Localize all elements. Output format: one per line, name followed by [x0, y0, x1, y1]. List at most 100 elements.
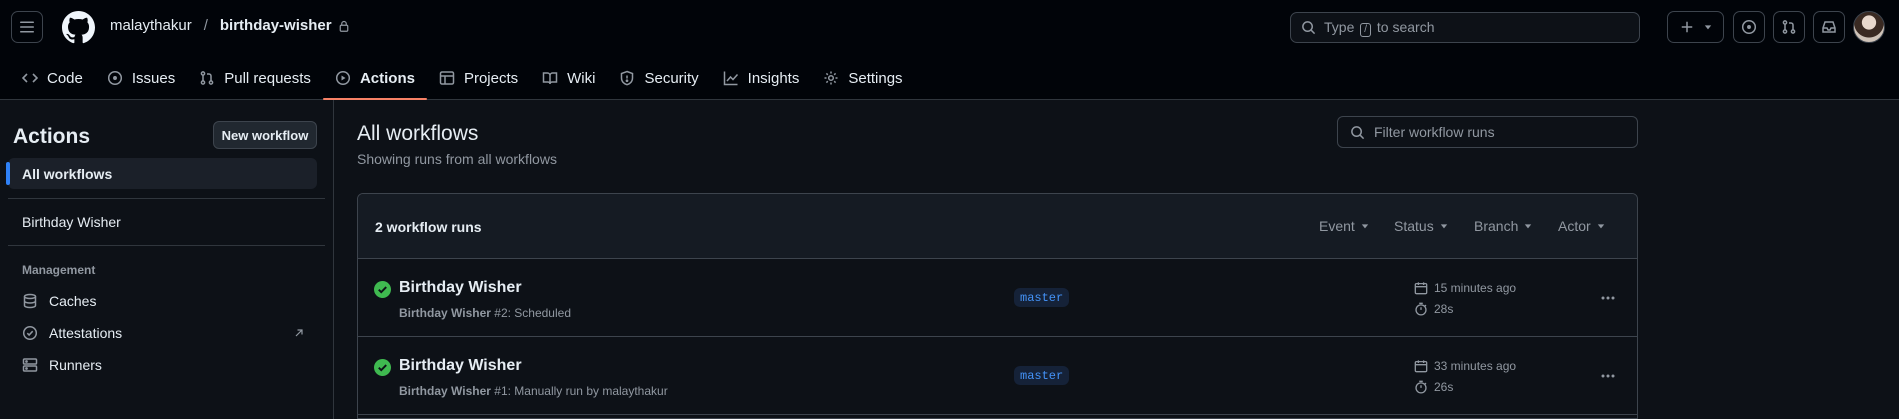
- breadcrumb: malaythakur / birthday-wisher: [110, 17, 350, 34]
- global-header: malaythakur / birthday-wisher Type / to …: [0, 0, 1899, 100]
- triangle-down-icon: [1361, 224, 1369, 229]
- filter-label: Actor: [1558, 218, 1591, 234]
- run-duration-text: 28s: [1434, 302, 1454, 316]
- stopwatch-icon: [1415, 302, 1427, 316]
- workflow-run-row[interactable]: Birthday Wisher Birthday Wisher #2: Sche…: [358, 259, 1637, 337]
- run-duration-text: 26s: [1434, 380, 1454, 394]
- code-icon: [22, 73, 38, 83]
- play-icon: [335, 70, 350, 86]
- run-time-text: 15 minutes ago: [1434, 281, 1517, 295]
- issue-icon: [107, 70, 122, 86]
- run-workflow-name: Birthday Wisher: [399, 306, 491, 320]
- tab-projects[interactable]: Projects: [427, 62, 530, 94]
- tab-issues-label: Issues: [131, 69, 176, 87]
- management-heading: Management: [22, 263, 96, 277]
- tab-actions-label: Actions: [359, 69, 415, 87]
- run-time: 33 minutes ago: [1414, 359, 1516, 373]
- calendar-icon: [1414, 282, 1428, 295]
- search-icon: [1302, 21, 1316, 35]
- github-logo[interactable]: [62, 11, 95, 44]
- hamburger-menu-button[interactable]: [11, 11, 43, 43]
- run-duration: 26s: [1414, 380, 1453, 394]
- sidebar-title: Actions: [13, 125, 91, 148]
- tab-wiki-label: Wiki: [567, 69, 596, 87]
- database-icon: [23, 293, 37, 308]
- run-options-button[interactable]: [1592, 285, 1624, 311]
- branch-filter-dropdown[interactable]: Branch: [1474, 218, 1532, 234]
- issue-opened-icon: [1741, 19, 1757, 35]
- filter-workflow-runs-input[interactable]: Filter workflow runs: [1337, 116, 1638, 148]
- repo-name-link[interactable]: birthday-wisher: [220, 17, 332, 34]
- pull-requests-button[interactable]: [1773, 11, 1805, 43]
- tab-actions[interactable]: Actions: [322, 62, 427, 100]
- calendar-icon: [1414, 360, 1428, 373]
- search-shortcut-key: /: [1360, 22, 1372, 37]
- sidebar-item-attestations[interactable]: Attestations: [8, 317, 317, 348]
- tab-projects-label: Projects: [463, 69, 519, 87]
- sidebar-item-all-workflows[interactable]: All workflows: [6, 158, 317, 189]
- run-meta: Birthday Wisher #1: Manually run by mala…: [399, 384, 668, 398]
- create-new-button[interactable]: [1667, 11, 1724, 43]
- workflow-run-row[interactable]: Birthday Wisher Birthday Wisher #1: Manu…: [358, 337, 1637, 415]
- stopwatch-icon: [1415, 380, 1427, 394]
- hamburger-icon: [20, 21, 34, 33]
- tab-issues[interactable]: Issues: [95, 62, 187, 94]
- tab-settings[interactable]: Settings: [811, 62, 914, 94]
- sidebar-divider: [8, 245, 325, 246]
- sidebar-item-label: Birthday Wisher: [22, 213, 121, 230]
- run-title-link[interactable]: Birthday Wisher: [399, 357, 522, 375]
- search-prefix: Type: [1324, 18, 1355, 35]
- tab-code[interactable]: Code: [10, 62, 95, 94]
- run-detail: #2: Scheduled: [494, 306, 571, 320]
- sidebar-item-label: All workflows: [22, 165, 113, 182]
- runs-count: 2 workflow runs: [375, 219, 482, 235]
- tab-insights[interactable]: Insights: [711, 62, 812, 94]
- new-workflow-button[interactable]: New workflow: [213, 121, 317, 149]
- sidebar-item-caches[interactable]: Caches: [8, 285, 317, 316]
- tab-security[interactable]: Security: [607, 62, 710, 94]
- kebab-horizontal-icon: [1601, 374, 1615, 378]
- gear-icon: [824, 71, 838, 85]
- triangle-down-icon: [1440, 224, 1447, 229]
- branch-label[interactable]: master: [1014, 366, 1070, 385]
- repo-owner-link[interactable]: malaythakur: [110, 17, 192, 34]
- run-workflow-name: Birthday Wisher: [399, 384, 491, 398]
- actor-filter-dropdown[interactable]: Actor: [1558, 218, 1605, 234]
- branch-label[interactable]: master: [1014, 288, 1070, 307]
- user-avatar[interactable]: [1853, 11, 1885, 43]
- run-detail: #1: Manually run by malaythakur: [494, 384, 668, 398]
- event-filter-dropdown[interactable]: Event: [1319, 218, 1369, 234]
- actions-sidebar: Actions New workflow All workflows Birth…: [0, 100, 334, 419]
- sidebar-item-runners[interactable]: Runners: [8, 349, 317, 380]
- filter-label: Event: [1319, 218, 1355, 234]
- sidebar-item-label: Caches: [49, 292, 97, 309]
- filter-label: Branch: [1474, 218, 1519, 234]
- run-options-button[interactable]: [1592, 363, 1624, 389]
- search-icon: [1351, 125, 1365, 139]
- inbox-button[interactable]: [1813, 11, 1845, 43]
- sidebar-item-label: Attestations: [49, 324, 123, 341]
- run-time-text: 33 minutes ago: [1434, 359, 1517, 373]
- global-search-input[interactable]: Type / to search: [1290, 12, 1640, 43]
- tab-wiki[interactable]: Wiki: [530, 62, 607, 94]
- workflow-runs-list: 2 workflow runs Event Status Branch Acto…: [357, 193, 1638, 419]
- tab-pull-requests-label: Pull requests: [224, 69, 311, 87]
- table-icon: [439, 71, 455, 85]
- sidebar-item-birthday-wisher[interactable]: Birthday Wisher: [8, 206, 317, 237]
- tab-pull-requests[interactable]: Pull requests: [187, 62, 323, 94]
- tab-security-label: Security: [644, 69, 699, 87]
- run-title-link[interactable]: Birthday Wisher: [399, 279, 522, 297]
- inbox-icon: [1822, 21, 1836, 33]
- server-icon: [22, 357, 38, 372]
- pull-request-icon: [200, 71, 214, 85]
- tab-settings-label: Settings: [848, 69, 903, 87]
- status-filter-dropdown[interactable]: Status: [1394, 218, 1448, 234]
- issues-button[interactable]: [1733, 11, 1765, 43]
- triangle-down-icon: [1597, 224, 1604, 229]
- kebab-horizontal-icon: [1601, 296, 1615, 300]
- repo-nav: Code Issues Pull requests Actions Projec…: [10, 62, 915, 100]
- run-duration: 28s: [1414, 302, 1453, 316]
- git-pull-request-icon: [1782, 20, 1796, 34]
- shield-icon: [621, 70, 634, 86]
- check-circle-icon: [374, 359, 391, 376]
